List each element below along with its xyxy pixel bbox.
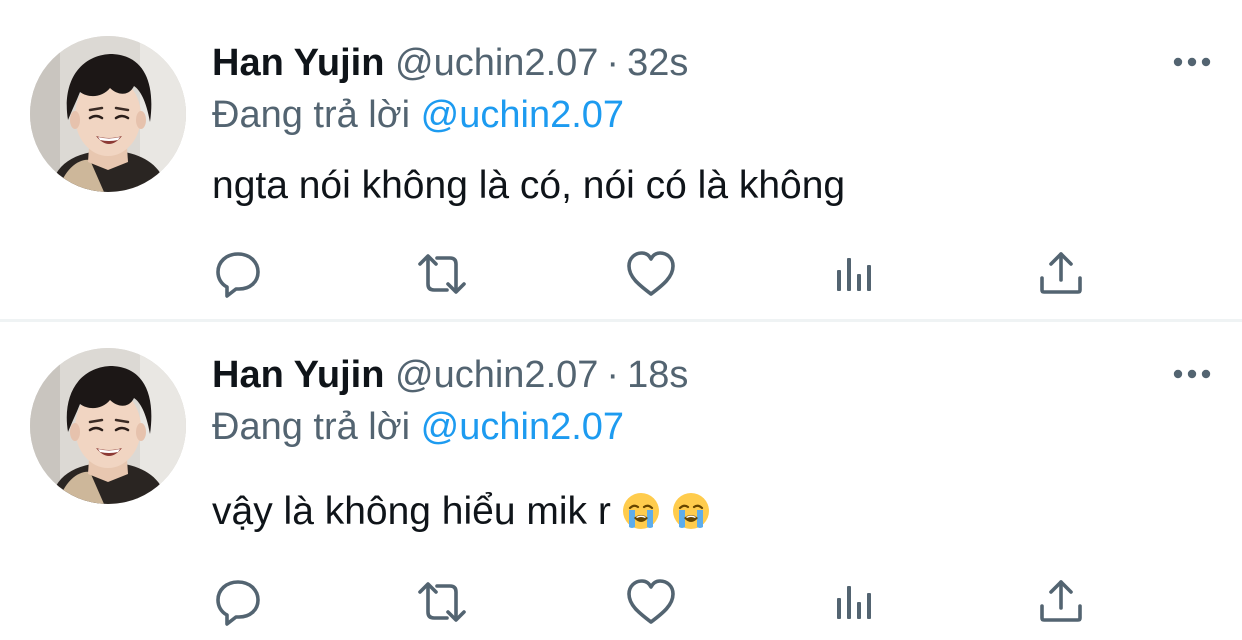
- reply-icon[interactable]: [208, 244, 268, 304]
- display-name[interactable]: Han Yujin: [212, 354, 384, 396]
- separator-dot: ·: [606, 354, 620, 396]
- tweet-text: ngta nói không là có, nói có là không: [212, 160, 845, 212]
- view-stats-icon[interactable]: [826, 572, 886, 632]
- reply-icon[interactable]: [208, 572, 268, 632]
- reply-mention-link[interactable]: @uchin2.07: [421, 94, 624, 136]
- view-stats-icon[interactable]: [826, 244, 886, 304]
- replying-to-label: Đang trả lời: [212, 94, 411, 136]
- replying-to-label: Đang trả lời: [212, 406, 411, 448]
- separator-dot: ·: [606, 42, 620, 84]
- tweet-actions: [0, 572, 1242, 632]
- user-handle[interactable]: @uchin2.07: [395, 354, 598, 396]
- replying-to-line: Đang trả lời @uchin2.07: [212, 90, 624, 140]
- more-horizontal-icon[interactable]: [1172, 54, 1212, 70]
- user-handle[interactable]: @uchin2.07: [395, 42, 598, 84]
- like-heart-icon[interactable]: [621, 572, 681, 632]
- tweet-header: Han Yujin @uchin2.07 · 32s: [212, 38, 688, 88]
- loudly-crying-face-emoji: [621, 491, 661, 545]
- avatar[interactable]: [30, 348, 186, 504]
- like-heart-icon[interactable]: [621, 244, 681, 304]
- tweet-text: vậy là không hiểu mik r: [212, 486, 711, 538]
- more-horizontal-icon[interactable]: [1172, 366, 1212, 382]
- avatar[interactable]: [30, 36, 186, 192]
- tweet-text-content: vậy là không hiểu mik r: [212, 490, 611, 533]
- tweet-actions: [0, 244, 1242, 304]
- share-icon[interactable]: [1031, 244, 1091, 304]
- replying-to-line: Đang trả lời @uchin2.07: [212, 402, 624, 452]
- tweet[interactable]: Han Yujin @uchin2.07 · 18s Đang trả lời @u…: [0, 322, 1242, 640]
- loudly-crying-face-emoji: [671, 491, 711, 545]
- tweet-text-content: ngta nói không là có, nói có là không: [212, 164, 846, 207]
- timestamp[interactable]: 32s: [627, 42, 688, 84]
- reply-mention-link[interactable]: @uchin2.07: [421, 406, 624, 448]
- retweet-icon[interactable]: [412, 244, 472, 304]
- timestamp[interactable]: 18s: [627, 354, 688, 396]
- share-icon[interactable]: [1031, 572, 1091, 632]
- display-name[interactable]: Han Yujin: [212, 42, 384, 84]
- tweet[interactable]: Han Yujin @uchin2.07 · 32s Đang trả lời @u…: [0, 0, 1242, 320]
- tweet-header: Han Yujin @uchin2.07 · 18s: [212, 350, 688, 400]
- retweet-icon[interactable]: [412, 572, 472, 632]
